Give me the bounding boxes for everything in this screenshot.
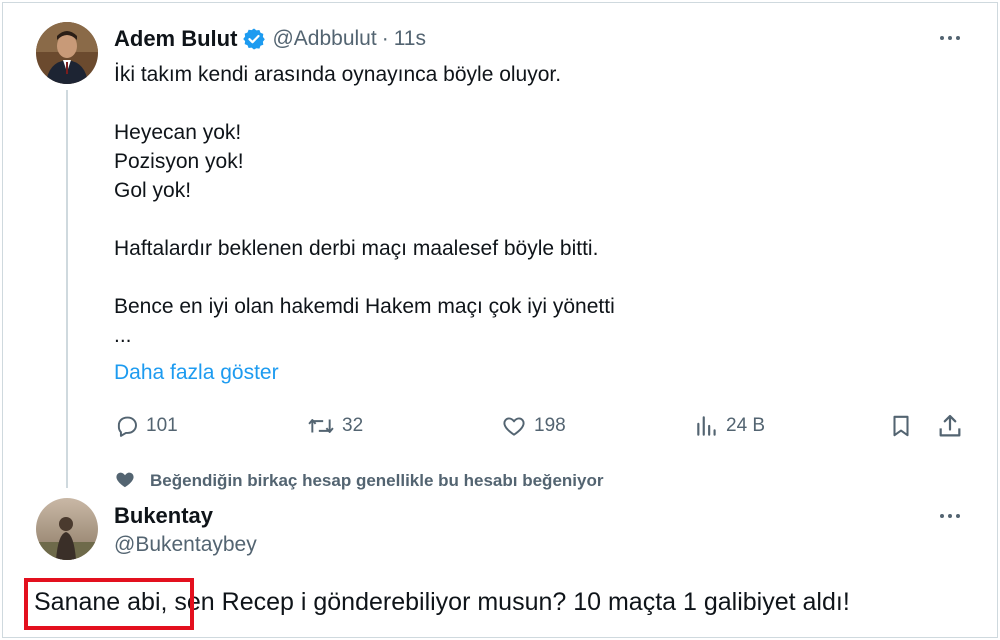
highlight-annotation-box (24, 578, 194, 630)
views-count: 24 B (726, 415, 766, 436)
heart-icon (500, 413, 528, 439)
like-count: 198 (534, 415, 566, 436)
tweet-text-line: İki takım kendi arasında oynayınca böyle… (114, 63, 562, 86)
tweet1-action-bar: 101 32 198 24 B (0, 409, 1000, 443)
retweet-count: 32 (342, 415, 364, 436)
reply-count: 101 (146, 415, 178, 436)
tweet-text-line (114, 205, 954, 234)
tweet1-text: İki takım kendi arasında oynayınca böyle… (114, 60, 954, 350)
author-name[interactable]: Bukentay (114, 503, 213, 529)
tweet-text-line (114, 89, 954, 118)
avatar-adem-bulut[interactable] (36, 22, 98, 84)
author-name[interactable]: Adem Bulut (114, 26, 237, 52)
views-icon (694, 413, 720, 439)
views-button[interactable]: 24 B (694, 409, 765, 443)
tweet-text-line (114, 263, 954, 292)
share-icon (936, 412, 964, 440)
separator-dot: · (381, 27, 389, 50)
tweet-text-line: ... (114, 324, 132, 347)
author-handle[interactable]: @Adbbulut (272, 27, 376, 51)
tweet-timestamp[interactable]: 11s (394, 27, 426, 51)
avatar-bukentay[interactable] (36, 498, 98, 560)
reply-icon (114, 413, 140, 439)
tweet-text-line: Haftalardır beklenen derbi maçı maalesef… (114, 237, 599, 260)
more-icon[interactable] (932, 26, 968, 50)
verified-badge-icon (242, 27, 266, 51)
social-context: Beğendiğin birkaç hesap genellikle bu he… (114, 470, 603, 492)
bookmark-icon (888, 412, 914, 440)
tweet-text-line: Gol yok! (114, 179, 192, 202)
tweet-text-line: Pozisyon yok! (114, 150, 244, 173)
tweet-text-line: Bence en iyi olan hakemdi Hakem maçı çok… (114, 295, 615, 318)
share-button[interactable] (936, 409, 964, 443)
like-button[interactable]: 198 (500, 409, 566, 443)
retweet-button[interactable]: 32 (306, 409, 363, 443)
social-context-text: Beğendiğin birkaç hesap genellikle bu he… (150, 471, 604, 490)
tweet-text-line: Heyecan yok! (114, 121, 242, 144)
reply-button[interactable]: 101 (114, 409, 178, 443)
tweet1-header: Adem Bulut @Adbbulut · 11s (114, 24, 426, 54)
more-icon[interactable] (932, 504, 968, 528)
heart-icon (114, 469, 150, 494)
show-more-link[interactable]: Daha fazla göster (114, 361, 279, 385)
author-handle[interactable]: @Bukentaybey (114, 533, 257, 557)
retweet-icon (306, 413, 336, 439)
bookmark-button[interactable] (888, 409, 914, 443)
